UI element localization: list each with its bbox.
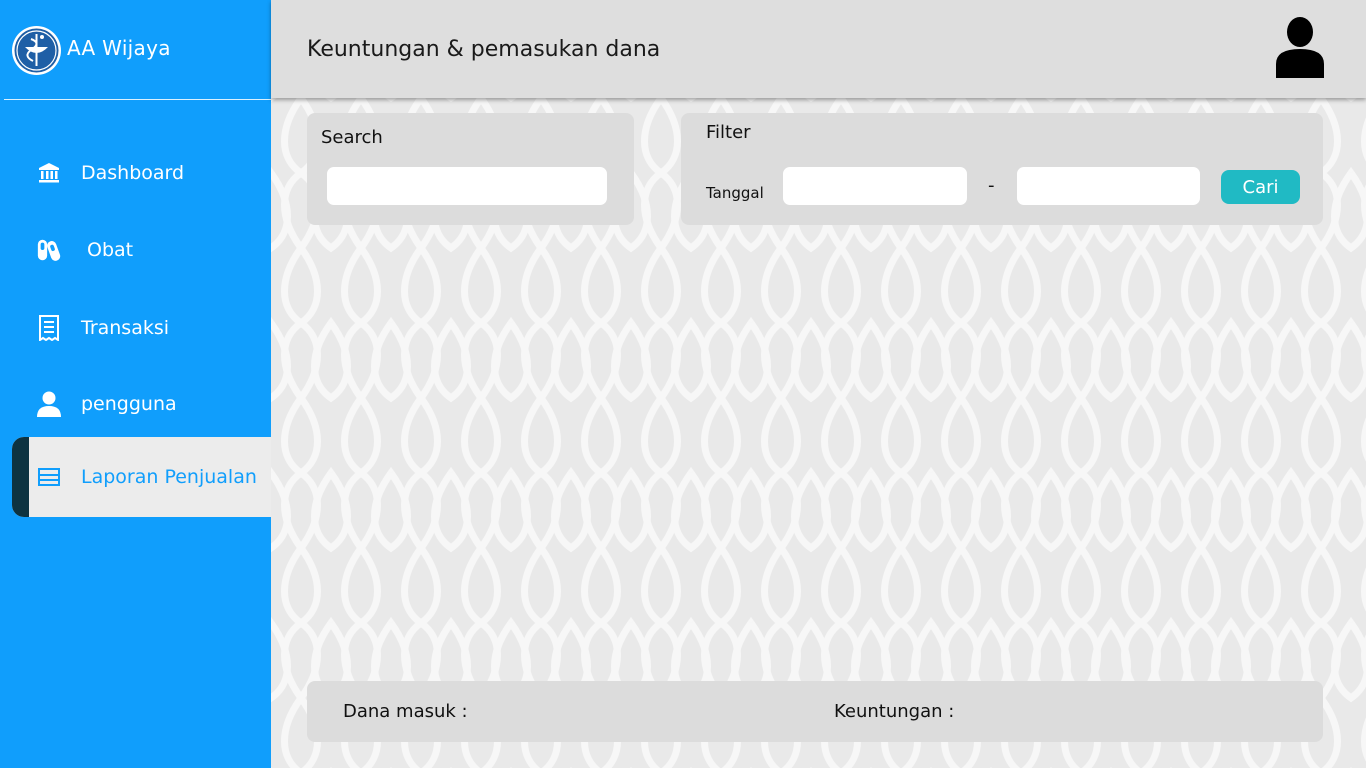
pills-icon	[36, 237, 62, 263]
date-end-input[interactable]	[1017, 167, 1200, 205]
active-indicator	[12, 437, 29, 517]
user-avatar-icon[interactable]	[1275, 16, 1325, 78]
summary-panel: Dana masuk : Keuntungan :	[307, 681, 1323, 742]
filter-panel: Filter Tanggal - Cari	[681, 113, 1323, 225]
search-title: Search	[321, 127, 383, 148]
sidebar-item-label: Obat	[87, 239, 134, 261]
page-title: Keuntungan & pemasukan dana	[307, 37, 661, 62]
sidebar-item-dashboard[interactable]: Dashboard	[12, 133, 271, 213]
divider	[4, 99, 278, 100]
sidebar-item-label: Dashboard	[81, 162, 185, 184]
sidebar-item-label: Transaksi	[81, 317, 170, 339]
search-panel: Search	[307, 113, 634, 225]
search-input[interactable]	[327, 167, 607, 205]
sidebar-item-pengguna[interactable]: pengguna	[12, 364, 271, 444]
sidebar-item-laporan-penjualan[interactable]: Laporan Penjualan	[12, 437, 271, 517]
sidebar-item-transaksi[interactable]: Transaksi	[12, 288, 271, 368]
brand: AA Wijaya	[0, 0, 278, 100]
user-icon	[36, 391, 62, 417]
sidebar-item-obat[interactable]: Obat	[12, 210, 271, 290]
receipt-icon	[36, 315, 62, 341]
dana-masuk-label: Dana masuk :	[343, 701, 468, 722]
date-label: Tanggal	[706, 184, 764, 202]
sidebar-item-label: pengguna	[81, 393, 177, 415]
sidebar-item-label: Laporan Penjualan	[81, 466, 257, 488]
filter-title: Filter	[706, 122, 751, 143]
brand-name: AA Wijaya	[67, 36, 171, 60]
cari-button[interactable]: Cari	[1221, 170, 1300, 204]
date-separator: -	[988, 175, 995, 196]
date-start-input[interactable]	[783, 167, 967, 205]
header: Keuntungan & pemasukan dana	[271, 0, 1366, 98]
report-icon	[36, 464, 62, 490]
sidebar: AA Wijaya Dashboard Obat Transaksi pengg…	[0, 0, 278, 768]
pharmacy-caduceus-icon	[12, 26, 61, 75]
bank-icon	[36, 160, 62, 186]
keuntungan-label: Keuntungan :	[834, 701, 955, 722]
